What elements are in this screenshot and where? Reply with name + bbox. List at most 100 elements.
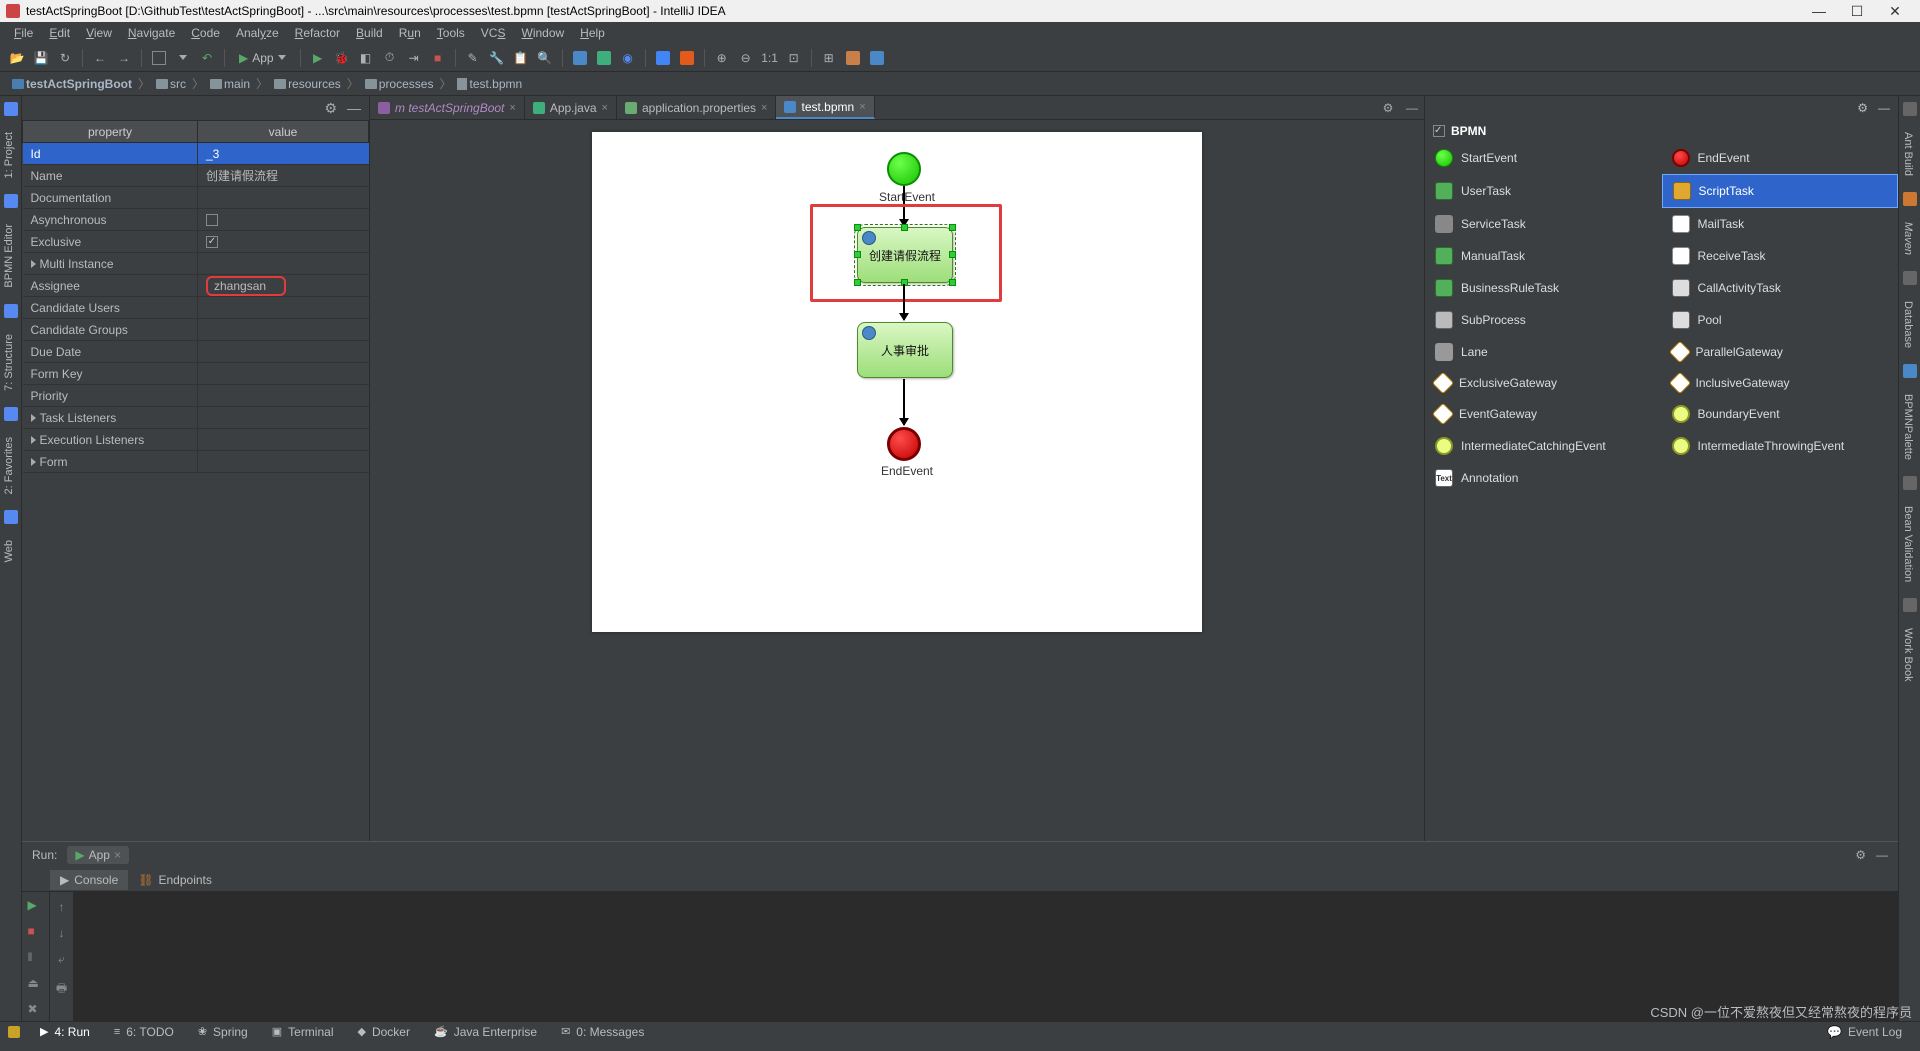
forward-icon[interactable]: → xyxy=(113,47,135,69)
palette-intermediatethrowingevent[interactable]: IntermediateThrowingEvent xyxy=(1662,430,1899,462)
box-icon[interactable] xyxy=(148,47,170,69)
undo-icon[interactable]: ↶ xyxy=(196,47,218,69)
database-icon[interactable] xyxy=(1903,271,1917,285)
workbook-icon[interactable] xyxy=(1903,598,1917,612)
stripe-ant[interactable]: Ant Build xyxy=(1899,122,1917,186)
profile-button[interactable]: ⏱ xyxy=(379,47,401,69)
gear-icon[interactable]: ⚙ xyxy=(1857,101,1868,115)
pause-button[interactable]: ‖ xyxy=(28,950,44,966)
up-icon[interactable]: ↑ xyxy=(59,900,65,914)
gear-icon[interactable]: ⚙ xyxy=(1855,848,1866,862)
debug-button[interactable]: 🐞 xyxy=(331,47,353,69)
palette-pool[interactable]: Pool xyxy=(1662,304,1899,336)
open-icon[interactable]: 📂 xyxy=(6,47,28,69)
stop-button[interactable]: ■ xyxy=(28,924,44,940)
stripe-project[interactable]: 1: Project xyxy=(0,122,18,188)
project-icon[interactable] xyxy=(4,102,18,116)
minimize-button[interactable]: — xyxy=(1800,3,1838,19)
palette-startevent[interactable]: StartEvent xyxy=(1425,142,1662,174)
tab-proj[interactable]: m testActSpringBoot× xyxy=(370,96,525,119)
run-tab-app[interactable]: ▶ App × xyxy=(67,846,129,864)
palette-parallelgateway[interactable]: ParallelGateway xyxy=(1662,336,1899,368)
minimize-panel-icon[interactable]: — xyxy=(347,100,361,116)
menu-vcs[interactable]: VCS xyxy=(473,26,514,40)
menu-build[interactable]: Build xyxy=(348,26,391,40)
palette-exclusivegateway[interactable]: ExclusiveGateway xyxy=(1425,368,1662,398)
prop-row-assignee[interactable]: Assigneezhangsan xyxy=(23,275,369,297)
wand-icon[interactable]: ✎ xyxy=(462,47,484,69)
menu-help[interactable]: Help xyxy=(572,26,613,40)
bpmn-editor-icon[interactable] xyxy=(4,194,18,208)
stripe-palette[interactable]: BPMNPalette xyxy=(1899,384,1917,470)
breadcrumb-testActSpringBoot[interactable]: testActSpringBoot xyxy=(8,77,136,91)
favorites-icon[interactable] xyxy=(4,407,18,421)
bpmn-canvas[interactable]: StartEvent 创建请假流程 人事审批 xyxy=(592,132,1202,632)
prop-row-name[interactable]: Name创建请假流程 xyxy=(23,165,369,187)
palette-scripttask[interactable]: ScriptTask xyxy=(1662,174,1899,208)
ext1-icon[interactable] xyxy=(652,47,674,69)
event-log-button[interactable]: 💬Event Log xyxy=(1817,1025,1912,1039)
web-icon[interactable] xyxy=(4,510,18,524)
menu-tools[interactable]: Tools xyxy=(429,26,473,40)
refresh-icon[interactable]: ↻ xyxy=(54,47,76,69)
checkbox[interactable] xyxy=(206,214,218,226)
palette-receivetask[interactable]: ReceiveTask xyxy=(1662,240,1899,272)
grid3-icon[interactable]: ◉ xyxy=(617,47,639,69)
down-icon[interactable]: ↓ xyxy=(59,926,65,940)
prop-row-due-date[interactable]: Due Date xyxy=(23,341,369,363)
prop-row-form-key[interactable]: Form Key xyxy=(23,363,369,385)
close-icon[interactable]: × xyxy=(859,101,865,113)
menu-code[interactable]: Code xyxy=(183,26,228,40)
gear-icon[interactable]: ⚙ xyxy=(324,100,337,117)
bottom-tab-docker[interactable]: ◆Docker xyxy=(346,1025,422,1039)
palette-mailtask[interactable]: MailTask xyxy=(1662,208,1899,240)
prop-row-candidate-users[interactable]: Candidate Users xyxy=(23,297,369,319)
bottom-tab-0-messages[interactable]: ✉0: Messages xyxy=(549,1025,656,1039)
prop-row-form[interactable]: Form xyxy=(23,451,369,473)
maximize-button[interactable]: ☐ xyxy=(1838,3,1876,20)
minimize-panel-icon[interactable]: — xyxy=(1876,848,1888,862)
prop-row-execution-listeners[interactable]: Execution Listeners xyxy=(23,429,369,451)
palette-header[interactable]: BPMN xyxy=(1425,120,1898,142)
menu-analyze[interactable]: Analyze xyxy=(228,26,287,40)
palette-subprocess[interactable]: SubProcess xyxy=(1425,304,1662,336)
stripe-favorites[interactable]: 2: Favorites xyxy=(0,427,18,504)
structure-icon[interactable] xyxy=(4,304,18,318)
menu-file[interactable]: File xyxy=(6,26,41,40)
user-task-create[interactable]: 创建请假流程 xyxy=(857,227,953,283)
palette-annotation[interactable]: TextAnnotation xyxy=(1425,462,1662,494)
zoom-in-icon[interactable]: ⊕ xyxy=(711,47,733,69)
tabs-hide-icon[interactable]: — xyxy=(1400,96,1424,119)
start-event-node[interactable] xyxy=(887,152,921,186)
breadcrumb-main[interactable]: main xyxy=(206,77,254,91)
close-button[interactable]: ✕ xyxy=(1876,3,1914,20)
search-icon[interactable]: 🔍 xyxy=(534,47,556,69)
layout2-icon[interactable] xyxy=(842,47,864,69)
zoom-out-icon[interactable]: ⊖ xyxy=(735,47,757,69)
bean-icon[interactable] xyxy=(1903,476,1917,490)
back-icon[interactable]: ← xyxy=(89,47,111,69)
stripe-bpmn-editor[interactable]: BPMN Editor xyxy=(0,214,18,298)
prop-row-candidate-groups[interactable]: Candidate Groups xyxy=(23,319,369,341)
bottom-tab-6-todo[interactable]: ≡6: TODO xyxy=(102,1025,186,1039)
tab-bpmn[interactable]: test.bpmn× xyxy=(776,96,874,119)
menu-run[interactable]: Run xyxy=(391,26,429,40)
prop-row-documentation[interactable]: Documentation xyxy=(23,187,369,209)
prop-row-task-listeners[interactable]: Task Listeners xyxy=(23,407,369,429)
palette-servicetask[interactable]: ServiceTask xyxy=(1425,208,1662,240)
trash-button[interactable]: ✖ xyxy=(28,1002,44,1018)
bottom-tab-java-enterprise[interactable]: ☕Java Enterprise xyxy=(422,1025,549,1039)
run-subtab-endpoints[interactable]: ⛓Endpoints xyxy=(128,870,222,890)
menu-window[interactable]: Window xyxy=(513,26,572,40)
user-task-approve[interactable]: 人事审批 xyxy=(857,322,953,378)
palette-manualtask[interactable]: ManualTask xyxy=(1425,240,1662,272)
checkbox[interactable] xyxy=(206,236,218,248)
menu-view[interactable]: View xyxy=(78,26,120,40)
stripe-web[interactable]: Web xyxy=(0,530,18,572)
maven-icon[interactable] xyxy=(1903,192,1917,206)
prop-row-priority[interactable]: Priority xyxy=(23,385,369,407)
stripe-database[interactable]: Database xyxy=(1899,291,1917,358)
layout3-icon[interactable] xyxy=(866,47,888,69)
palette-checkbox[interactable] xyxy=(1433,125,1445,137)
wrench-icon[interactable]: 🔧 xyxy=(486,47,508,69)
